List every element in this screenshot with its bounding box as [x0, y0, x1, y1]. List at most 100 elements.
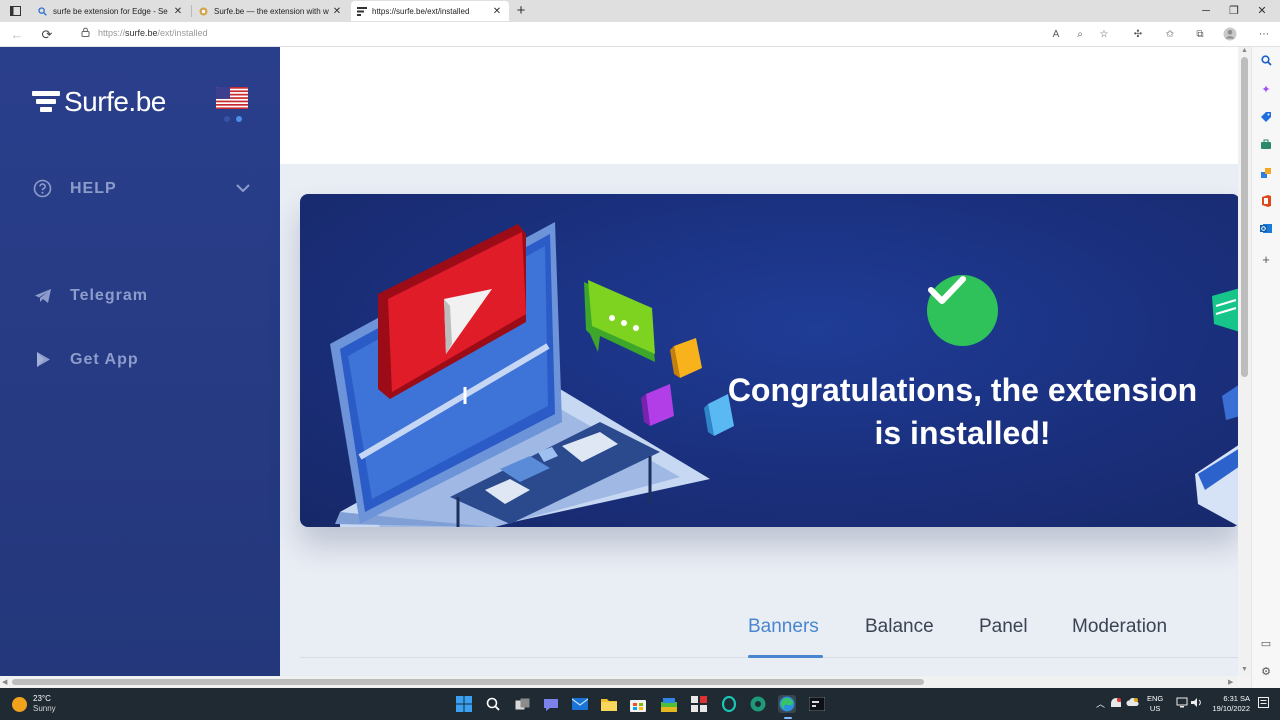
weather-widget[interactable]: 23°C Sunny: [12, 694, 56, 714]
tab-divider: [191, 5, 192, 17]
scroll-down-icon[interactable]: ▼: [1241, 666, 1248, 673]
close-window-icon[interactable]: ✕: [1252, 2, 1272, 20]
page-viewport: Surfe.be HELP Telegram Get App Congratul…: [0, 47, 1238, 676]
tab-moderation[interactable]: Moderation: [1072, 616, 1167, 638]
system-clock[interactable]: 6:31 SA 19/10/2022: [1208, 694, 1250, 714]
weather-description: Sunny: [33, 704, 56, 713]
terminal-icon[interactable]: [808, 695, 826, 713]
vertical-scrollbar[interactable]: ▲ ▼: [1238, 47, 1251, 676]
address-bar: ← ⟳ https://surfe.be/ext/installed A ⌕ ☆…: [0, 22, 1280, 47]
profile-avatar[interactable]: [1222, 27, 1238, 42]
tray-app-icon[interactable]: [1110, 697, 1122, 710]
sidebar-item-telegram[interactable]: Telegram: [33, 286, 148, 305]
tab-balance[interactable]: Balance: [865, 616, 934, 638]
favorites-icon[interactable]: ✩: [1162, 27, 1178, 42]
zoom-icon[interactable]: ⌕: [1072, 27, 1088, 42]
active-app-indicator: [784, 717, 792, 719]
extensions-icon[interactable]: ✣: [1130, 27, 1146, 42]
horizontal-scrollbar[interactable]: ◀ ▶: [0, 676, 1238, 688]
windows-start-icon[interactable]: [455, 695, 473, 713]
tab-label: https://surfe.be/ext/installed: [372, 6, 470, 16]
edge-dev-icon[interactable]: [749, 695, 767, 713]
top-panel: [280, 47, 1238, 164]
scroll-left-icon[interactable]: ◀: [2, 678, 7, 686]
scroll-up-icon[interactable]: ▲: [1241, 47, 1248, 54]
url-path: /ext/installed: [157, 28, 208, 38]
windows-taskbar: 23°C Sunny ︿ ENG US 6:31 SA 19/10/2022: [0, 688, 1280, 720]
close-tab-icon[interactable]: ✕: [172, 6, 184, 17]
tab-surfe-home[interactable]: Surfe.be — the extension with w ✕: [193, 1, 349, 21]
close-tab-icon[interactable]: ✕: [331, 6, 343, 17]
chevron-down-icon[interactable]: [235, 181, 251, 193]
play-icon: [33, 350, 52, 369]
tab-label: Surfe.be — the extension with w: [214, 6, 329, 16]
discover-sparkle-icon[interactable]: ✦: [1259, 83, 1273, 97]
sunny-weather-icon: [12, 696, 27, 712]
read-aloud-icon[interactable]: A: [1048, 27, 1064, 42]
us-flag-icon[interactable]: [216, 87, 248, 109]
sidebar: Surfe.be HELP Telegram Get App: [0, 47, 280, 676]
weather-temperature: 23°C: [33, 694, 51, 703]
tab-panel[interactable]: Panel: [979, 616, 1028, 638]
shopping-tag-icon[interactable]: [1259, 111, 1273, 125]
search-icon[interactable]: [1259, 55, 1273, 69]
tab-actions-icon[interactable]: [6, 3, 24, 19]
taskbar-search-icon[interactable]: [484, 695, 502, 713]
surfe-logo-icon: [32, 90, 60, 114]
teams-chat-icon[interactable]: [542, 695, 560, 713]
url-host: surfe.be: [125, 28, 158, 38]
tray-overflow-icon[interactable]: ︿: [1096, 697, 1105, 710]
surfe-logo[interactable]: Surfe.be: [32, 86, 166, 118]
opera-gx-icon[interactable]: [720, 695, 738, 713]
url-input[interactable]: https://surfe.be/ext/installed: [98, 28, 208, 38]
back-arrow-icon[interactable]: ←: [8, 26, 26, 43]
task-view-icon[interactable]: [513, 695, 531, 713]
edge-browser-icon[interactable]: [778, 695, 796, 713]
mail-icon[interactable]: [571, 695, 589, 713]
language-indicator: [224, 116, 242, 122]
file-explorer-icon[interactable]: [600, 695, 618, 713]
input-language[interactable]: ENG US: [1147, 694, 1163, 714]
settings-more-icon[interactable]: ⋯: [1256, 27, 1272, 42]
sidebar-settings-gear-icon[interactable]: ⚙: [1259, 665, 1273, 679]
app-grid-icon[interactable]: [690, 695, 708, 713]
notification-center-icon[interactable]: [1258, 697, 1269, 710]
add-sidebar-app-icon[interactable]: +: [1259, 253, 1273, 267]
refresh-icon[interactable]: ⟳: [38, 26, 56, 43]
add-favorite-icon[interactable]: ☆: [1096, 27, 1112, 42]
outlook-icon[interactable]: [1259, 223, 1273, 237]
sidebar-item-label: HELP: [70, 179, 117, 197]
success-heading-line2: is installed!: [874, 415, 1051, 451]
search-icon: [38, 6, 47, 16]
collections-icon[interactable]: ⧉: [1192, 27, 1208, 42]
tools-briefcase-icon[interactable]: [1259, 139, 1273, 153]
tab-search[interactable]: surfe be extension for Edge - Se ✕: [32, 1, 190, 21]
lock-icon[interactable]: [76, 26, 94, 43]
success-heading: Congratulations, the extension is instal…: [695, 369, 1230, 455]
language-code: ENG: [1147, 694, 1164, 703]
hide-sidebar-icon[interactable]: ▭: [1259, 637, 1273, 651]
sidebar-item-help[interactable]: HELP: [33, 179, 117, 198]
bluestacks-icon[interactable]: [660, 695, 678, 713]
tray-cloud-icon[interactable]: [1126, 697, 1139, 709]
page-tabs: Banners Balance Panel Moderation: [280, 612, 1238, 658]
new-tab-button[interactable]: +: [512, 2, 530, 20]
sidebar-item-label: Get App: [70, 350, 139, 368]
office-icon[interactable]: [1259, 195, 1273, 209]
network-icon[interactable]: [1176, 697, 1188, 710]
laptop-illustration: [330, 222, 1238, 527]
minimize-icon[interactable]: ─: [1196, 2, 1216, 20]
close-tab-icon[interactable]: ✕: [491, 6, 503, 17]
sidebar-item-get-app[interactable]: Get App: [33, 350, 139, 369]
scroll-right-icon[interactable]: ▶: [1228, 678, 1233, 686]
games-icon[interactable]: [1259, 167, 1273, 181]
tab-label: surfe be extension for Edge - Se: [53, 6, 168, 16]
sidebar-item-label: Telegram: [70, 286, 148, 304]
scrollbar-thumb[interactable]: [1241, 57, 1248, 377]
volume-icon[interactable]: [1190, 697, 1203, 710]
scrollbar-thumb[interactable]: [12, 679, 924, 685]
tab-banners[interactable]: Banners: [748, 616, 819, 638]
maximize-icon[interactable]: ❐: [1224, 2, 1244, 20]
store-icon[interactable]: [629, 695, 647, 713]
tab-installed[interactable]: https://surfe.be/ext/installed ✕: [351, 1, 509, 21]
